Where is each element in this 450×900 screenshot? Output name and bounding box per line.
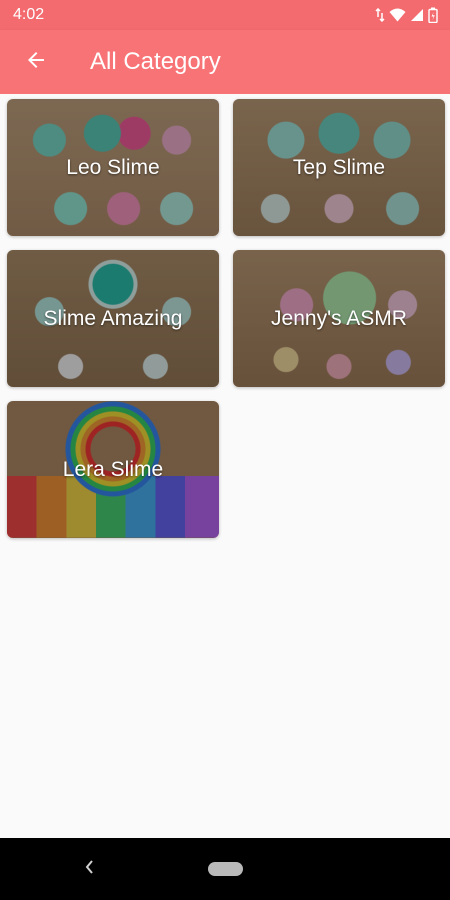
wifi-icon <box>389 8 406 22</box>
status-time: 4:02 <box>13 6 45 23</box>
battery-icon <box>428 7 438 23</box>
page-title: All Category <box>90 48 221 75</box>
category-label: Jenny's ASMR <box>271 306 407 330</box>
category-card-leo-slime[interactable]: Leo Slime <box>7 99 219 236</box>
nav-back-button[interactable] <box>79 858 99 880</box>
chevron-left-icon <box>84 859 94 880</box>
back-button[interactable] <box>12 38 60 86</box>
data-transfer-icon <box>375 8 385 22</box>
category-card-tep-slime[interactable]: Tep Slime <box>233 99 445 236</box>
category-label: Tep Slime <box>292 155 386 179</box>
category-card-slime-amazing[interactable]: Slime Amazing <box>7 250 219 387</box>
arrow-left-icon <box>24 48 48 77</box>
nav-home-button[interactable] <box>208 862 243 876</box>
category-card-jennys-asmr[interactable]: Jenny's ASMR <box>233 250 445 387</box>
cellular-signal-icon <box>410 8 424 22</box>
category-list: Leo Slime Tep Slime Slime Amazing Jenny'… <box>0 94 450 838</box>
app-bar: All Category <box>0 30 450 94</box>
status-bar: 4:02 <box>0 0 450 30</box>
status-icons <box>375 7 438 23</box>
category-label: Leo Slime <box>66 155 160 179</box>
category-card-lera-slime[interactable]: Lera Slime <box>7 401 219 538</box>
category-grid: Leo Slime Tep Slime Slime Amazing Jenny'… <box>7 99 445 538</box>
category-label: Lera Slime <box>62 457 164 481</box>
category-label: Slime Amazing <box>43 306 183 330</box>
system-nav-bar <box>0 838 450 900</box>
